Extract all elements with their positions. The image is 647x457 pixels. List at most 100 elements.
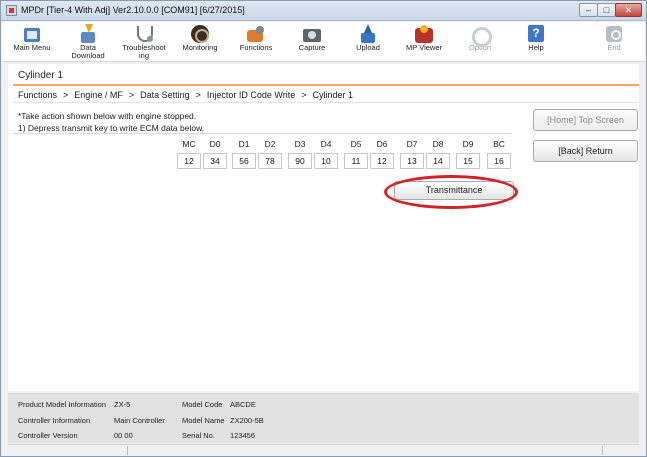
upload-button[interactable]: Upload xyxy=(341,23,395,61)
power-icon xyxy=(602,24,626,44)
code-header: D6 xyxy=(376,139,388,149)
back-return-button[interactable]: [Back] Return xyxy=(533,140,638,162)
code-header: D8 xyxy=(432,139,444,149)
breadcrumb-separator: > xyxy=(195,90,201,100)
controller-version-value: 00 00 xyxy=(114,431,133,440)
breadcrumb-divider xyxy=(13,102,639,103)
stethoscope-icon xyxy=(132,24,156,44)
controller-info-label: Controller Information xyxy=(18,416,91,425)
code-value: 12 xyxy=(370,153,394,169)
code-value: 11 xyxy=(344,153,368,169)
app-window: MPDr [Tier-4 With Adj] Ver2.10.0.0 [COM9… xyxy=(0,0,647,457)
breadcrumb-item: Functions xyxy=(18,90,58,100)
breadcrumb-item: Data Setting xyxy=(140,90,190,100)
status-segment xyxy=(8,446,128,455)
mp-viewer-button[interactable]: MP Viewer xyxy=(397,23,451,61)
code-value: 10 xyxy=(314,153,338,169)
code-header: D5 xyxy=(350,139,362,149)
code-value: 13 xyxy=(400,153,424,169)
help-button[interactable]: Help xyxy=(509,23,563,61)
data-download-label: Data Download xyxy=(71,43,105,60)
maximize-button[interactable]: □ xyxy=(597,3,616,17)
code-value: 14 xyxy=(426,153,450,169)
window-title: MPDr [Tier-4 With Adj] Ver2.10.0.0 [COM9… xyxy=(21,5,245,15)
help-label: Help xyxy=(528,43,544,52)
capture-button[interactable]: Capture xyxy=(285,23,339,61)
model-code-label: Model Code xyxy=(182,400,223,409)
minimize-icon: – xyxy=(585,5,591,15)
controller-info-value: Main Controller xyxy=(114,416,165,425)
main-content: Cylinder 1 Functions > Engine / MF > Data Se… xyxy=(8,64,639,391)
code-value: 12 xyxy=(177,153,201,169)
serial-label: Serial No. xyxy=(182,431,215,440)
option-button[interactable]: Option xyxy=(453,23,507,61)
toolbar: Main Menu Data Download Troubleshoot ing… xyxy=(2,22,645,62)
gauge-icon xyxy=(188,24,212,44)
help-icon xyxy=(524,24,548,44)
breadcrumb-item: Cylinder 1 xyxy=(312,90,354,100)
code-value: 56 xyxy=(232,153,256,169)
breadcrumb-separator: > xyxy=(301,90,307,100)
functions-button[interactable]: Functions xyxy=(229,23,283,61)
controller-version-label: Controller Version xyxy=(18,431,78,440)
main-menu-label: Main Menu xyxy=(13,43,51,52)
monitoring-button[interactable]: Monitoring xyxy=(173,23,227,61)
page-title: Cylinder 1 xyxy=(18,70,64,81)
model-code-value: ABCDE xyxy=(230,400,256,409)
serial-value: 123456 xyxy=(230,431,256,440)
close-button[interactable]: ✕ xyxy=(615,3,642,17)
instruction-line: *Take action shown below with engine sto… xyxy=(18,111,197,121)
gear-icon xyxy=(468,24,492,47)
end-button[interactable]: End xyxy=(587,23,641,61)
code-header: D9 xyxy=(462,139,474,149)
status-bar xyxy=(8,444,639,455)
monitoring-label: Monitoring xyxy=(182,43,218,52)
breadcrumb-separator: > xyxy=(63,90,69,100)
code-header: D7 xyxy=(406,139,418,149)
code-header: D1 xyxy=(238,139,250,149)
transmit-button[interactable]: Transmittance xyxy=(394,181,514,200)
troubleshooting-button[interactable]: Troubleshoot ing xyxy=(117,23,171,61)
product-model-value: ZX-5 xyxy=(114,400,131,409)
end-label: End xyxy=(607,43,621,52)
breadcrumb-item: Injector ID Code Write xyxy=(206,90,296,100)
code-value: 15 xyxy=(456,153,480,169)
code-value: 34 xyxy=(203,153,227,169)
code-value: 78 xyxy=(258,153,282,169)
breadcrumb-item: Engine / MF xyxy=(74,90,123,100)
home-top-screen-button[interactable]: [Home] Top Screen xyxy=(533,109,638,131)
camera-icon xyxy=(300,24,324,44)
injector-code-table: MC D0 D1 D2 D3 D4 D5 D6 D7 D8 D9 BC 12 3… xyxy=(177,139,513,171)
app-icon xyxy=(6,5,17,16)
maximize-icon: □ xyxy=(603,5,610,15)
functions-label: Functions xyxy=(239,43,273,52)
code-header: BC xyxy=(493,139,505,149)
minimize-button[interactable]: – xyxy=(579,3,598,17)
model-name-value: ZX200-5B xyxy=(230,416,264,425)
main-menu-button[interactable]: Main Menu xyxy=(5,23,59,61)
mp-viewer-label: MP Viewer xyxy=(406,43,442,52)
title-bar: MPDr [Tier-4 With Adj] Ver2.10.0.0 [COM9… xyxy=(1,1,646,21)
code-header: D0 xyxy=(209,139,221,149)
breadcrumb: Functions > Engine / MF > Data Setting > Injec… xyxy=(18,90,353,100)
close-icon: ✕ xyxy=(624,5,633,15)
capture-label: Capture xyxy=(298,43,326,52)
troubleshooting-label: Troubleshoot ing xyxy=(122,43,166,60)
data-download-button[interactable]: Data Download xyxy=(61,23,115,61)
code-value: 90 xyxy=(288,153,312,169)
code-header: D4 xyxy=(320,139,332,149)
title-divider xyxy=(13,84,639,86)
model-name-label: Model Name xyxy=(182,416,225,425)
product-model-label: Product Model Information xyxy=(18,400,106,409)
instruction-divider xyxy=(13,133,511,134)
code-header: D3 xyxy=(294,139,306,149)
upload-icon xyxy=(356,24,380,44)
home-monitor-icon xyxy=(20,24,44,44)
viewer-icon xyxy=(412,24,436,44)
download-icon xyxy=(76,24,100,44)
code-header: MC xyxy=(182,139,196,149)
code-header: D2 xyxy=(264,139,276,149)
machine-info-panel: Product Model Information ZX-5 Controlle… xyxy=(8,393,639,443)
status-segment xyxy=(128,446,603,455)
upload-label: Upload xyxy=(356,43,380,52)
